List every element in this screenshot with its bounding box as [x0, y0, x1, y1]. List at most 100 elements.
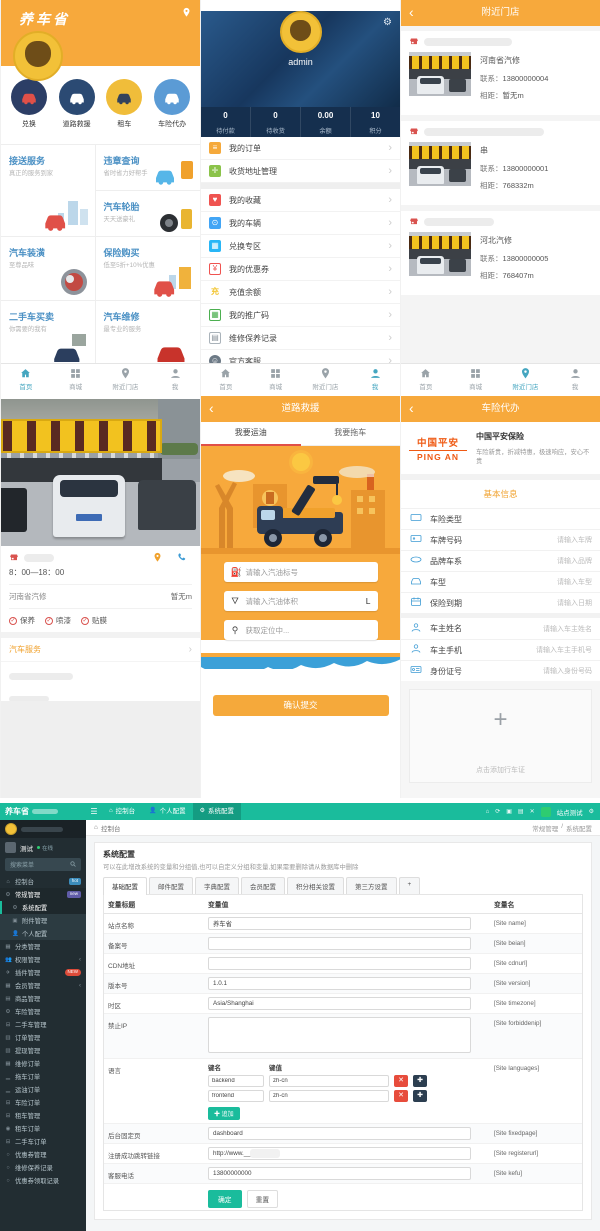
- card-car-decor[interactable]: 汽车装潢 至尊品味: [1, 237, 95, 301]
- append-button[interactable]: ✚ 追加: [208, 1107, 240, 1120]
- stat-pending-payment[interactable]: 0待付款: [201, 107, 250, 137]
- sidebar-item-used-cars[interactable]: ⊟二手车管理: [0, 1018, 86, 1031]
- tab-member-config[interactable]: 会员配置: [241, 877, 285, 894]
- version-input[interactable]: [208, 977, 471, 990]
- add-row-button[interactable]: ✚: [413, 1075, 427, 1087]
- forbiddenip-textarea[interactable]: [208, 1017, 471, 1053]
- tab-mall[interactable]: 商城: [251, 364, 301, 396]
- tab-me[interactable]: 我: [550, 364, 600, 396]
- confirm-submit-button[interactable]: 确认提交: [213, 695, 389, 716]
- row-owner-name[interactable]: 车主姓名 请输入车主姓名: [401, 618, 600, 639]
- menu-item-maintenance-records[interactable]: ▤维修保养记录›: [201, 327, 400, 350]
- menu-item-my-vehicles[interactable]: ⊙我的车辆›: [201, 212, 400, 235]
- back-icon[interactable]: ‹: [409, 396, 414, 421]
- beian-input[interactable]: [208, 937, 471, 950]
- tab-mail-config[interactable]: 邮件配置: [149, 877, 193, 894]
- row-id-number[interactable]: 身份证号 请输入身份号码: [401, 660, 600, 681]
- sidebar-item-maintenance-records[interactable]: ○维修保养记录: [0, 1161, 86, 1174]
- tab-mall[interactable]: 商城: [51, 364, 101, 396]
- lang-value-input[interactable]: [269, 1090, 389, 1102]
- user-name[interactable]: 站点测试: [557, 807, 583, 817]
- store-card[interactable]: 串 联系：13800000001 相距：768332m: [401, 121, 600, 205]
- tab-me[interactable]: 我: [350, 364, 400, 396]
- quick-action-insurance[interactable]: 车险代办: [150, 79, 194, 129]
- sidebar-item-insurance[interactable]: ⚙车险管理: [0, 1005, 86, 1018]
- sidebar-item-plugins[interactable]: ✈插件管理NEW: [0, 966, 86, 979]
- sidebar-item-coupon-mgmt[interactable]: ○优惠券管理: [0, 1148, 86, 1161]
- back-icon[interactable]: ‹: [209, 396, 214, 421]
- location-input[interactable]: ⚲ 获取定位中...: [224, 620, 378, 640]
- kefu-input[interactable]: [208, 1167, 471, 1180]
- tab-home[interactable]: 首页: [401, 364, 451, 396]
- tab-fuel-delivery[interactable]: 我要运油: [201, 422, 301, 446]
- sidebar-search[interactable]: 搜索菜单: [5, 858, 81, 871]
- sidebar-item-attachments[interactable]: ▣附件管理: [0, 914, 86, 927]
- tab-thirdparty-config[interactable]: 第三方设置: [346, 877, 397, 894]
- row-insurance-expiry[interactable]: 保险到期 请输入日期: [401, 592, 600, 613]
- timezone-input[interactable]: [208, 997, 471, 1010]
- sidebar-item-permissions[interactable]: 👥权限管理‹: [0, 953, 86, 966]
- store-card[interactable]: 河南省汽修 联系：13800000004 相距：暂无m: [401, 31, 600, 115]
- tab-home[interactable]: 首页: [1, 364, 51, 396]
- breadcrumb-home[interactable]: 控制台: [101, 823, 121, 833]
- quick-action-road-rescue[interactable]: 道路救援: [55, 79, 99, 129]
- tab-nearby-stores[interactable]: 附近门店: [501, 364, 551, 396]
- tab-basic-config[interactable]: 基础配置: [103, 877, 147, 895]
- tab-add[interactable]: +: [399, 877, 421, 894]
- lang-key-input[interactable]: [208, 1075, 264, 1087]
- tab-dictionary-config[interactable]: 字典配置: [195, 877, 239, 894]
- tab-mall[interactable]: 商城: [451, 364, 501, 396]
- gear-icon[interactable]: ⚙: [383, 17, 392, 28]
- phone-icon[interactable]: [177, 552, 188, 563]
- sidebar-item-members[interactable]: ▦会员管理‹: [0, 979, 86, 992]
- language-icon[interactable]: ▤: [518, 808, 524, 815]
- card-buy-insurance[interactable]: 保险购买 低至5折+10%优惠: [96, 237, 200, 301]
- registerurl-input[interactable]: [208, 1147, 471, 1160]
- user-avatar[interactable]: [541, 807, 551, 817]
- stat-pending-receipt[interactable]: 0待收货: [250, 107, 300, 137]
- row-plate-number[interactable]: 车牌号码 请输入车牌: [401, 529, 600, 550]
- sidebar-item-coupon-records[interactable]: ○优惠券领取记录: [0, 1174, 86, 1187]
- menu-item-recharge[interactable]: 充充值余额›: [201, 281, 400, 304]
- sidebar-item-rental-mgmt[interactable]: ⊟租车管理: [0, 1109, 86, 1122]
- tab-me[interactable]: 我: [150, 364, 200, 396]
- sidebar-item-fuel-orders[interactable]: ▁运油订单: [0, 1083, 86, 1096]
- card-tires[interactable]: 汽车轮胎 天天送豪礼: [96, 191, 200, 237]
- delete-row-button[interactable]: ✕: [394, 1090, 408, 1102]
- lang-key-input[interactable]: [208, 1090, 264, 1102]
- fixedpage-input[interactable]: [208, 1127, 471, 1140]
- quick-action-exchange[interactable]: 兑换: [7, 79, 51, 129]
- fullscreen-icon[interactable]: ✕: [530, 808, 535, 815]
- gear-icon[interactable]: ⚙: [589, 808, 594, 815]
- sidebar-item-orders[interactable]: ▥订单管理: [0, 1031, 86, 1044]
- sitename-input[interactable]: [208, 917, 471, 930]
- sidebar-item-rental-orders[interactable]: ◉租车订单: [0, 1122, 86, 1135]
- avatar[interactable]: [13, 31, 63, 81]
- ok-button[interactable]: 确定: [208, 1190, 242, 1208]
- stat-balance[interactable]: 0.00余额: [300, 107, 350, 137]
- card-used-car[interactable]: 二手车买卖 你需要的我有: [1, 301, 95, 365]
- tab-nearby-stores[interactable]: 附近门店: [101, 364, 151, 396]
- reset-button[interactable]: 重置: [247, 1190, 279, 1208]
- menu-item-my-orders[interactable]: ≡我的订单›: [201, 137, 400, 160]
- sidebar-item-insurance-orders[interactable]: ⊟车险订单: [0, 1096, 86, 1109]
- sidebar-item-personal-config[interactable]: 👤个人配置: [0, 927, 86, 940]
- upload-license-area[interactable]: + 点击添加行车证: [409, 689, 592, 783]
- sidebar-item-repair-orders[interactable]: ▦维修订单: [0, 1057, 86, 1070]
- row-owner-phone[interactable]: 车主手机 请输入车主手机号: [401, 639, 600, 660]
- add-row-button[interactable]: ✚: [413, 1090, 427, 1102]
- sidebar-item-general[interactable]: ⚙常规管理new: [0, 888, 86, 901]
- menu-item-favorites[interactable]: ♥我的收藏›: [201, 189, 400, 212]
- quick-action-rent-car[interactable]: 租车: [102, 79, 146, 129]
- sidebar-item-tow-orders[interactable]: ▁拖车订单: [0, 1070, 86, 1083]
- card-car-repair[interactable]: 汽车维修 最专业的服务: [96, 301, 200, 365]
- nav-dashboard[interactable]: ⌂控制台: [102, 803, 142, 820]
- fuel-volume-input[interactable]: 🜄 请输入汽油体积 L: [224, 591, 378, 611]
- sidebar-item-dashboard[interactable]: ⌂控制台hot: [0, 875, 86, 888]
- store-card[interactable]: 河北汽修 联系：13800000005 相距：768407m: [401, 211, 600, 295]
- car-service-section[interactable]: 汽车服务 ›: [1, 632, 200, 661]
- sidebar-item-withdrawals[interactable]: ▧提现管理: [0, 1044, 86, 1057]
- sidebar-item-used-car-orders[interactable]: ⊟二手车订单: [0, 1135, 86, 1148]
- tab-home[interactable]: 首页: [201, 364, 251, 396]
- cdnurl-input[interactable]: [208, 957, 471, 970]
